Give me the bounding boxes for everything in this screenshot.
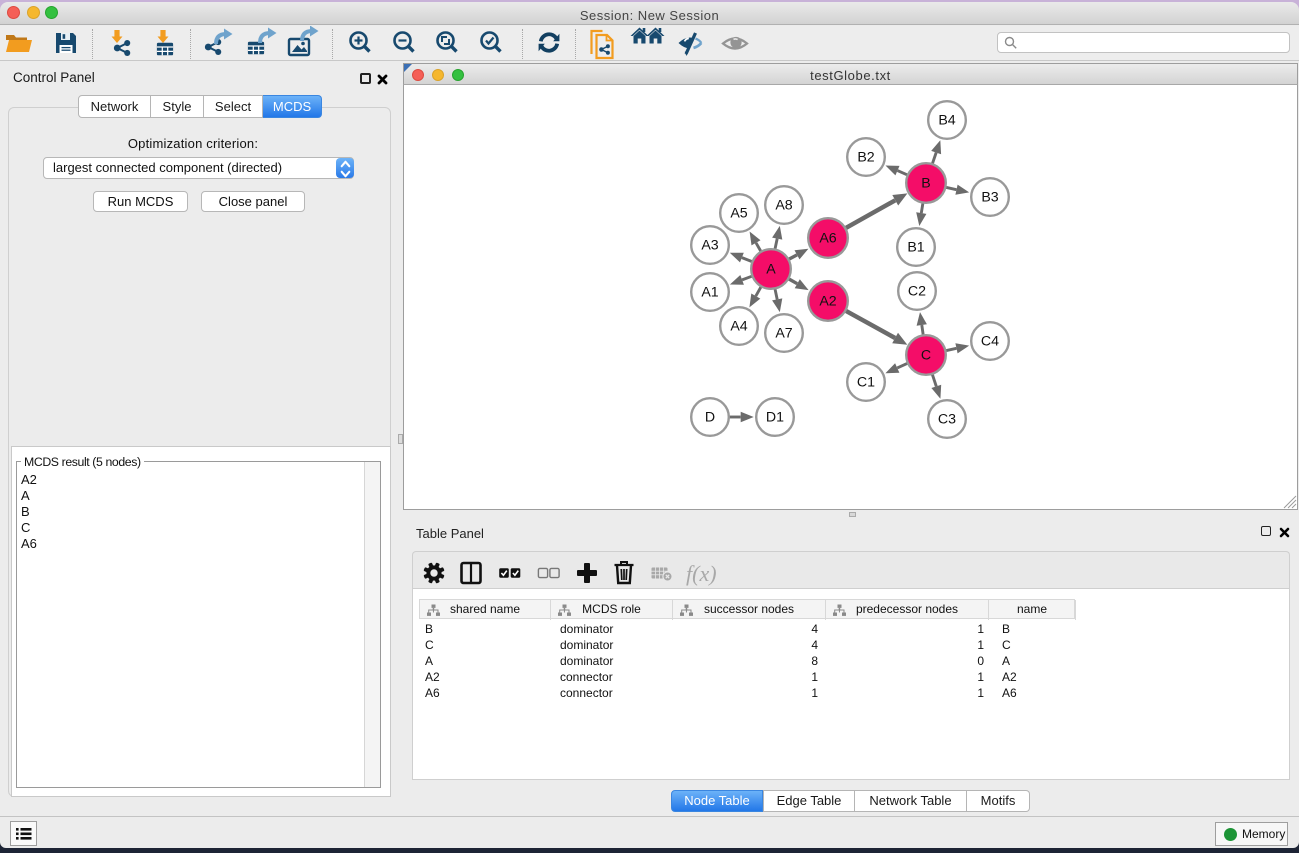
svg-text:A4: A4 <box>730 319 747 335</box>
svg-text:A7: A7 <box>775 326 792 342</box>
svg-text:D1: D1 <box>766 410 784 426</box>
svg-text:B2: B2 <box>857 150 874 166</box>
svg-text:D: D <box>705 410 715 426</box>
svg-text:C4: C4 <box>981 334 999 350</box>
svg-text:A2: A2 <box>819 294 836 310</box>
svg-text:A1: A1 <box>701 285 718 301</box>
svg-text:C3: C3 <box>938 412 956 428</box>
svg-text:C1: C1 <box>857 375 875 391</box>
svg-text:B: B <box>921 176 930 192</box>
svg-text:B3: B3 <box>981 190 998 206</box>
svg-text:A6: A6 <box>819 231 836 247</box>
svg-text:A8: A8 <box>775 198 792 214</box>
svg-text:A: A <box>766 262 776 278</box>
svg-text:C: C <box>921 348 931 364</box>
svg-text:A3: A3 <box>701 238 718 254</box>
svg-text:A5: A5 <box>730 206 747 222</box>
svg-text:B4: B4 <box>938 113 955 129</box>
svg-text:C2: C2 <box>908 284 926 300</box>
svg-text:f(x): f(x) <box>686 561 717 586</box>
svg-text:B1: B1 <box>907 240 924 256</box>
